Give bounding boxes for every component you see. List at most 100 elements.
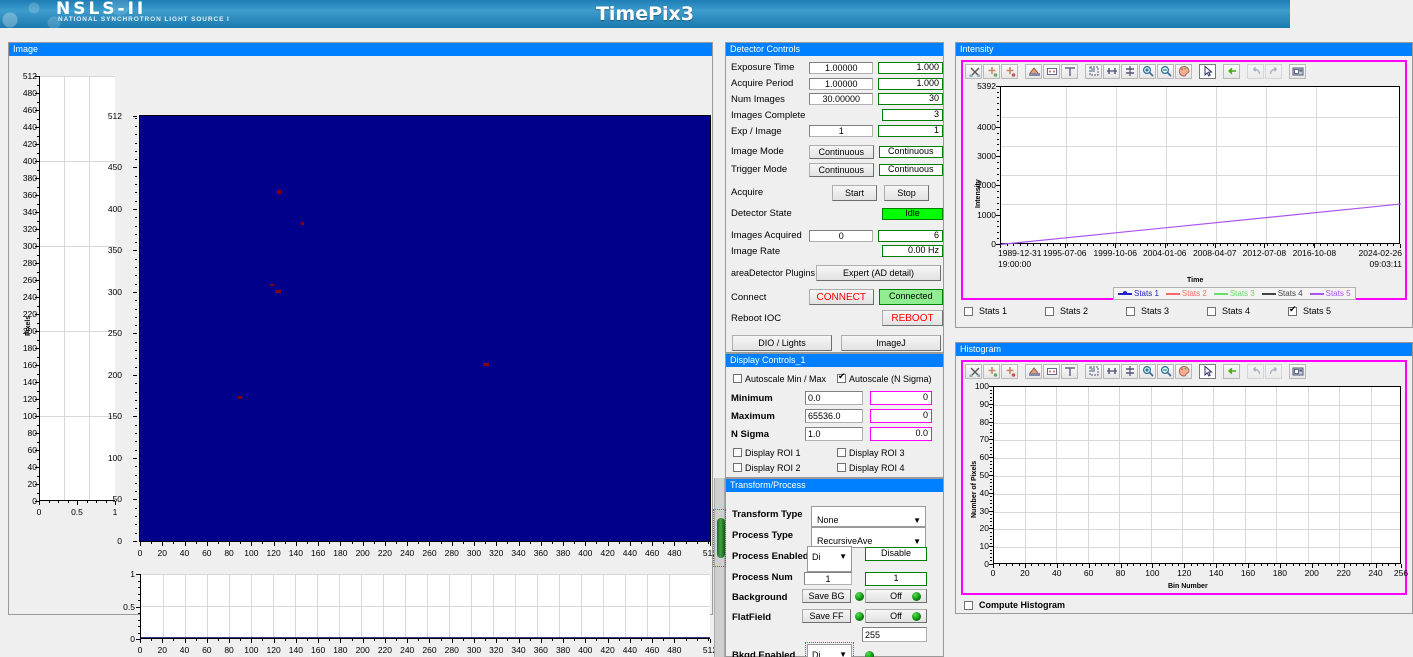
edit-annotation-icon-button[interactable] [1061,363,1078,379]
scissors-icon-button[interactable] [965,63,982,79]
minor-tick [1260,244,1261,246]
stats-checkbox-row-1[interactable]: Stats 1 [964,306,1045,316]
legend-label: Stats 2 [1181,289,1207,298]
maximum-readback: 0 [870,409,932,423]
snapshot-icon-button[interactable] [1289,363,1306,379]
pan-icon-button[interactable] [1223,63,1240,79]
add-point-icon-button[interactable] [983,63,1000,79]
connect-button[interactable]: CONNECT [809,289,874,306]
transform-panel-scrollbar[interactable] [713,478,726,657]
tick-label: 50 [112,494,122,505]
zoom-out-icon-button[interactable] [1157,363,1174,379]
zoom-vertical-icon-button[interactable] [1121,63,1138,79]
stats-checkbox-row-5[interactable]: Stats 5 [1288,305,1369,316]
zoom-out-icon-button[interactable] [1157,63,1174,79]
cursor-icon-button[interactable] [1199,63,1216,79]
zoom-box-icon-button[interactable] [1085,63,1102,79]
expert-ad-detail-button[interactable]: Expert (AD detail) [816,265,941,282]
trigger-mode-button[interactable]: Continuous [809,162,874,177]
stats-2-checkbox[interactable] [1045,306,1054,316]
reboot-button[interactable]: REBOOT [882,310,943,327]
scale-input[interactable]: 255 [862,627,927,642]
scissors-icon [968,367,980,377]
legend-item: Stats 2 [1165,289,1207,298]
process-type-select[interactable]: RecursiveAve ▼ [811,527,926,548]
compute-histogram-row[interactable]: Compute Histogram [964,600,1065,610]
stats-3-checkbox[interactable] [1126,306,1135,316]
minimum-input[interactable]: 0.0 [805,391,863,405]
dio-lights-button[interactable]: DIO / Lights [732,335,832,352]
zoom-in-icon-button[interactable] [1139,63,1156,79]
display-roi-3-row[interactable]: Display ROI 3 [837,445,905,460]
acquire-period-input[interactable]: 1.00000 [809,77,874,90]
snapshot-icon-button[interactable] [1289,63,1306,79]
stats-checkbox-row-3[interactable]: Stats 3 [1126,306,1207,316]
redo-icon-button[interactable] [1265,63,1282,79]
stats-checkbox-row-4[interactable]: Stats 4 [1207,306,1288,316]
transform-type-select[interactable]: None ▼ [811,506,926,527]
display-roi-2-checkbox[interactable] [733,463,742,472]
display-roi-3-checkbox[interactable] [837,448,846,457]
minor-tick [997,150,999,152]
palette-icon-button[interactable] [1175,363,1192,379]
redo-icon-button[interactable] [1265,363,1282,379]
exp-per-image-input[interactable]: 1 [809,125,874,138]
edit-plot-icon-button[interactable] [1025,63,1042,79]
autoscale-nsigma-checkbox[interactable] [837,372,846,383]
zoom-horizontal-icon-button[interactable] [1103,363,1120,379]
display-roi-4-row[interactable]: Display ROI 4 [837,460,905,475]
zoom-in-icon-button[interactable] [1139,363,1156,379]
save-bg-button[interactable]: Save BG [802,589,851,603]
intensity-plot-area[interactable]: 0 1000 2000 3000 4000 5392 1989-12-31 19:00:00… [963,80,1405,300]
tick-mark [35,280,39,281]
autoscale-minmax-checkbox[interactable] [733,374,742,383]
minor-tick [37,458,39,460]
remove-point-icon-button[interactable] [1001,63,1018,79]
process-enabled-select[interactable]: Di ▼ [807,546,852,572]
undo-icon-button[interactable] [1247,63,1264,79]
horizontal-profile-plot[interactable] [140,574,710,639]
stats-1-checkbox[interactable] [964,306,973,316]
minor-tick [135,258,137,260]
start-button[interactable]: Start [832,184,877,201]
images-acquired-input[interactable]: 0 [809,229,874,242]
minor-tick [151,542,153,544]
stop-button[interactable]: Stop [884,184,929,201]
num-images-input[interactable]: 30.00000 [809,93,874,106]
zoom-box-icon-button[interactable] [1085,363,1102,379]
display-roi-2-row[interactable]: Display ROI 2 [733,460,837,475]
scissors-icon-button[interactable] [965,363,982,379]
pan-icon-button[interactable] [1223,363,1240,379]
image-display[interactable] [140,116,710,541]
save-ff-button[interactable]: Save FF [802,609,851,623]
bkgd-enabled-select[interactable]: Di ▼ [805,642,854,657]
edit-plot-icon-button[interactable] [1025,363,1042,379]
maximum-input[interactable]: 65536.0 [805,409,863,423]
add-point-icon-button[interactable] [983,363,1000,379]
histogram-plot-area[interactable]: 0 10 20 30 40 50 60 70 80 90 100 0 20 40 60 80 100 120 14… [963,380,1408,593]
palette-icon-button[interactable] [1175,63,1192,79]
remove-point-icon-button[interactable] [1001,363,1018,379]
process-num-input[interactable]: 1 [804,572,852,585]
nsigma-input[interactable]: 1.0 [805,427,863,441]
stats-4-checkbox[interactable] [1207,306,1216,316]
zoom-vertical-icon-button[interactable] [1121,363,1138,379]
display-roi-1-checkbox[interactable] [733,448,742,457]
stats-5-checkbox[interactable] [1288,305,1297,316]
exposure-time-input[interactable]: 1.00000 [809,61,874,74]
edit-annotation-icon-button[interactable] [1061,63,1078,79]
image-mode-button[interactable]: Continuous [809,144,874,159]
cursor-icon-button[interactable] [1199,363,1216,379]
undo-icon-button[interactable] [1247,363,1264,379]
display-roi-4-checkbox[interactable] [837,463,846,472]
compute-histogram-checkbox[interactable] [964,600,973,610]
edit-axis-icon-button[interactable] [1043,63,1060,79]
stats-checkbox-row-2[interactable]: Stats 2 [1045,306,1126,316]
display-roi-1-row[interactable]: Display ROI 1 [733,445,837,460]
autoscale-minmax-row[interactable]: Autoscale Min / Max [733,371,837,386]
autoscale-nsigma-row[interactable]: Autoscale (N Sigma) [837,371,932,386]
edit-axis-icon-button[interactable] [1043,363,1060,379]
tick-label: 2024-02-26 [1358,248,1402,258]
zoom-horizontal-icon-button[interactable] [1103,63,1120,79]
imagej-button[interactable]: ImageJ [841,335,941,352]
